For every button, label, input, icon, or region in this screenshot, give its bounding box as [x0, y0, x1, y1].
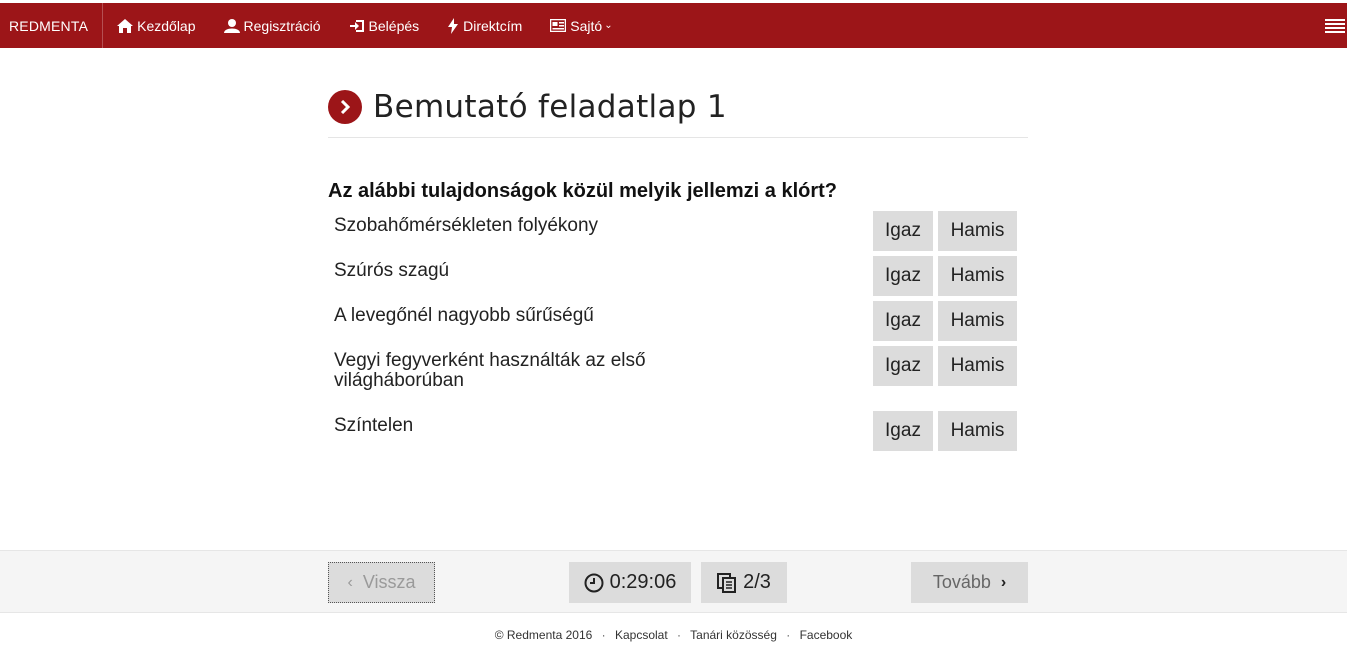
true-button[interactable]: Igaz — [873, 211, 933, 251]
separator: · — [786, 628, 791, 642]
pager-bar: ‹ Vissza 0:29:06 2/3 Tovább › — [0, 550, 1347, 613]
question-text: Az alábbi tulajdonságok közül melyik jel… — [328, 180, 838, 202]
separator: · — [677, 628, 682, 642]
true-button[interactable]: Igaz — [873, 301, 933, 341]
nav-item-label: Kezdőlap — [137, 17, 196, 34]
statement-text: A levegőnél nagyobb sűrűségű — [334, 305, 594, 326]
worksheet-content: Bemutató feladatlap 1 Az alábbi tulajdon… — [328, 85, 1028, 451]
back-button[interactable]: ‹ Vissza — [328, 562, 435, 603]
statement-text: Színtelen — [334, 415, 414, 436]
page-indicator: 2/3 — [701, 562, 787, 603]
nav-item-label: Sajtó — [570, 17, 603, 34]
chevron-left-icon: ‹ — [347, 573, 353, 591]
top-navbar: REDMENTA Kezdőlap Regisztráció Belépés D… — [0, 3, 1347, 48]
chevron-down-icon: ⌄ — [604, 20, 613, 31]
clock-icon — [584, 573, 604, 592]
timer: 0:29:06 — [569, 562, 691, 603]
true-button[interactable]: Igaz — [873, 411, 933, 451]
footer-link-facebook[interactable]: Facebook — [800, 628, 853, 642]
chevron-right-circle-icon — [328, 90, 362, 124]
divider — [328, 137, 1028, 138]
newspaper-icon — [550, 19, 567, 32]
user-icon — [223, 18, 240, 33]
bolt-icon — [448, 17, 459, 34]
site-footer: © Redmenta 2016 · Kapcsolat · Tanári köz… — [0, 628, 1347, 642]
nav-item-label: Belépés — [368, 17, 420, 34]
menu-icon[interactable] — [1325, 17, 1345, 35]
nav-item-label: Direktcím — [463, 17, 523, 34]
statement-text: Vegyi fegyverként használták az első vil… — [334, 350, 646, 391]
statement-text: Szobahőmérsékleten folyékony — [334, 215, 599, 236]
true-button[interactable]: Igaz — [873, 346, 933, 386]
false-button[interactable]: Hamis — [938, 301, 1017, 341]
nav-item-label: Regisztráció — [243, 17, 321, 34]
timer-value: 0:29:06 — [609, 571, 677, 593]
nav-item-login[interactable]: Belépés — [335, 3, 434, 48]
footer-link-contact[interactable]: Kapcsolat — [615, 628, 668, 642]
nav-item-direct[interactable]: Direktcím — [433, 3, 536, 48]
separator: · — [601, 628, 606, 642]
login-icon — [349, 19, 364, 32]
next-button[interactable]: Tovább › — [911, 562, 1028, 603]
false-button[interactable]: Hamis — [938, 346, 1017, 386]
home-icon — [117, 18, 134, 33]
nav-item-register[interactable]: Regisztráció — [210, 3, 335, 48]
false-button[interactable]: Hamis — [938, 256, 1017, 296]
false-button[interactable]: Hamis — [938, 411, 1017, 451]
title-row: Bemutató feladatlap 1 — [328, 85, 1028, 129]
false-button[interactable]: Hamis — [938, 211, 1017, 251]
brand-logo[interactable]: REDMENTA — [0, 3, 104, 48]
chevron-right-icon: › — [1000, 573, 1007, 591]
statement-text: Szúrós szagú — [334, 260, 450, 281]
nav-item-home[interactable]: Kezdőlap — [103, 3, 209, 48]
next-label: Tovább — [932, 572, 991, 592]
nav-item-press[interactable]: Sajtó ⌄ — [536, 3, 626, 48]
page-title: Bemutató feladatlap 1 — [373, 89, 727, 125]
true-button[interactable]: Igaz — [873, 256, 933, 296]
footer-link-community[interactable]: Tanári közösség — [690, 628, 777, 642]
pages-icon — [717, 572, 737, 593]
back-label: Vissza — [362, 572, 416, 592]
copyright: © Redmenta 2016 — [494, 628, 593, 642]
page-indicator-value: 2/3 — [743, 571, 771, 593]
